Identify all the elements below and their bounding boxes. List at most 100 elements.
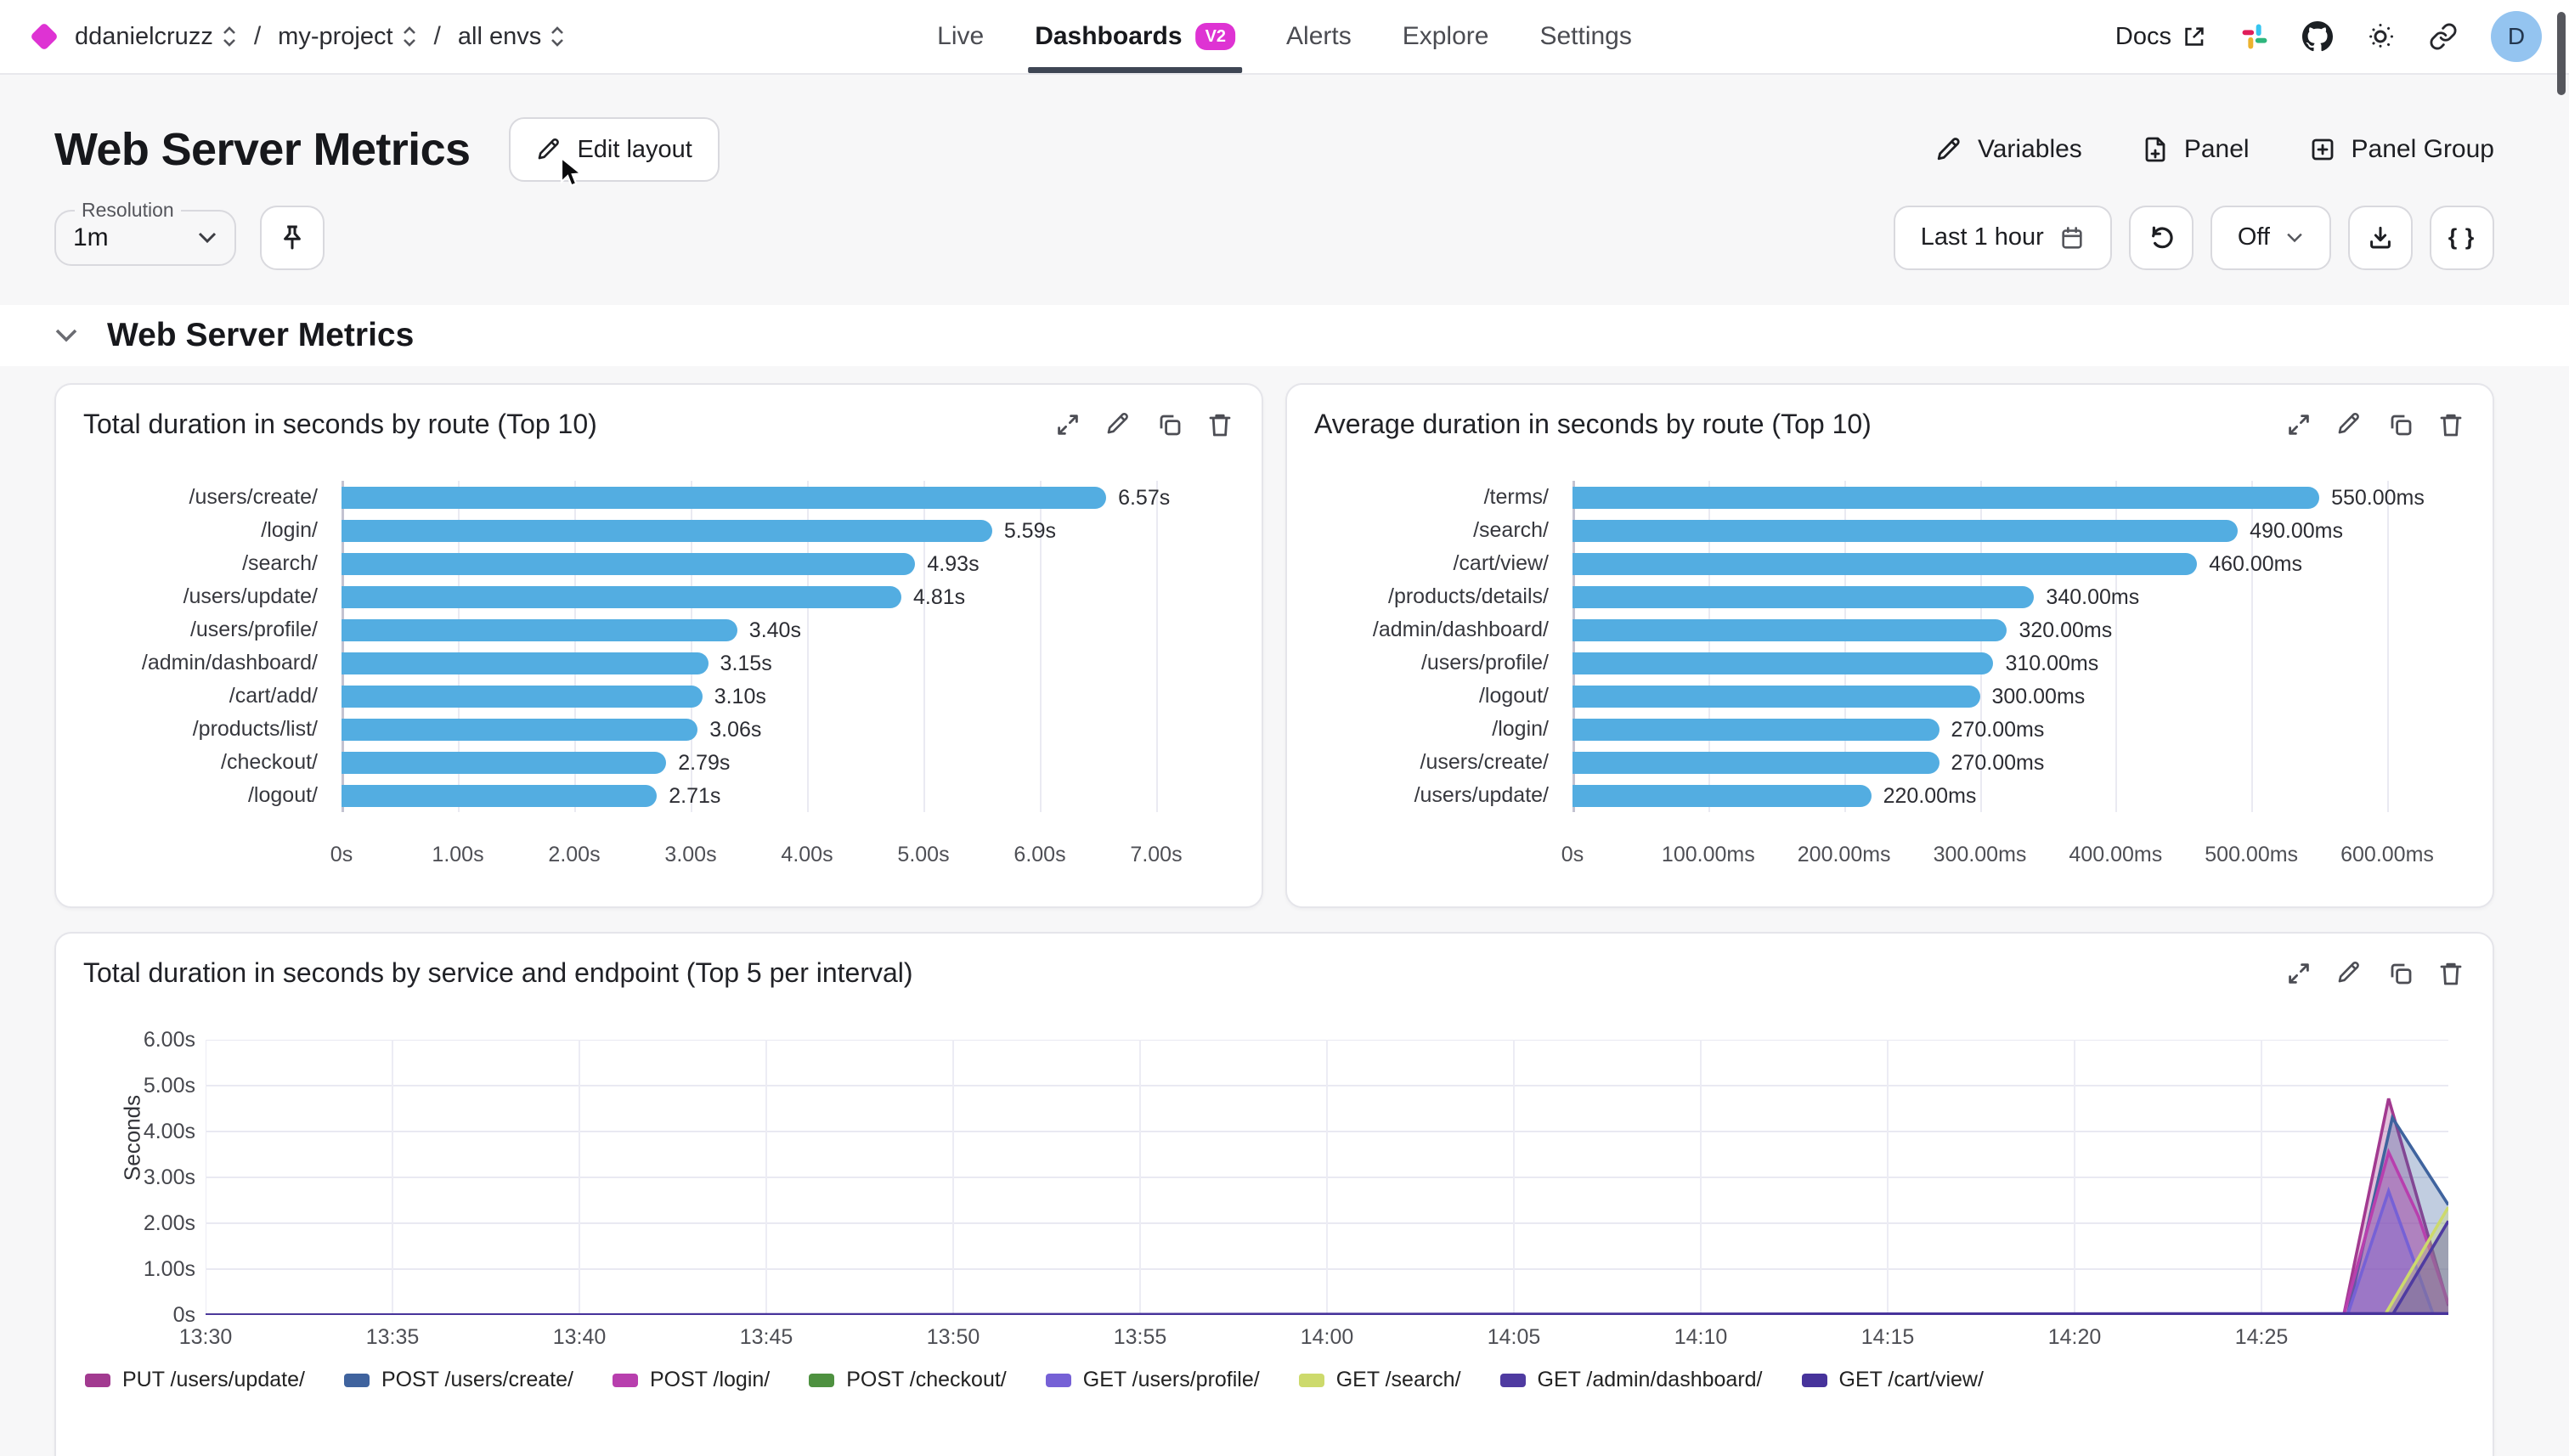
bar[interactable] bbox=[1572, 586, 2034, 608]
pin-resolution-button[interactable] bbox=[260, 206, 325, 270]
horizontal-scrollbar-thumb[interactable] bbox=[2357, 1429, 2481, 1451]
slack-icon[interactable] bbox=[2239, 21, 2270, 52]
bar[interactable] bbox=[342, 586, 901, 608]
bar[interactable] bbox=[342, 652, 709, 674]
user-avatar[interactable]: D bbox=[2491, 11, 2542, 62]
breadcrumb-project[interactable]: my-project bbox=[278, 23, 416, 51]
bar-track: 5.59s bbox=[342, 520, 1156, 542]
bar[interactable] bbox=[1572, 553, 2197, 575]
bar-chart: /users/create/6.57s/login/5.59s/search/4… bbox=[56, 481, 1262, 870]
variables-button[interactable]: Variables bbox=[1935, 135, 2082, 164]
x-tick-label: 14:10 bbox=[1674, 1325, 1728, 1350]
pin-icon bbox=[279, 224, 305, 251]
legend-item[interactable]: POST /login/ bbox=[613, 1368, 770, 1392]
edit-icon[interactable] bbox=[2336, 960, 2363, 987]
chevron-down-icon[interactable] bbox=[54, 328, 78, 343]
bar[interactable] bbox=[342, 719, 697, 741]
resolution-select[interactable]: Resolution 1m bbox=[54, 199, 236, 266]
bar-row: /logout/2.71s bbox=[76, 779, 1234, 812]
legend-item[interactable]: PUT /users/update/ bbox=[85, 1368, 305, 1392]
x-tick-label: 13:30 bbox=[179, 1325, 233, 1350]
bar-row: /admin/dashboard/3.15s bbox=[76, 646, 1234, 680]
nav-tab-label: Live bbox=[937, 22, 984, 51]
refresh-icon bbox=[2147, 223, 2176, 252]
delete-icon[interactable] bbox=[1207, 411, 1234, 438]
panel-total-duration-by-route: Total duration in seconds by route (Top … bbox=[54, 383, 1263, 908]
braces-icon: { } bbox=[2448, 224, 2476, 251]
bar-value-label: 2.71s bbox=[669, 784, 720, 809]
refresh-button[interactable] bbox=[2129, 206, 2194, 270]
expand-icon[interactable] bbox=[1054, 411, 1081, 438]
nav-tab-explore[interactable]: Explore bbox=[1403, 0, 1489, 73]
duplicate-icon[interactable] bbox=[2387, 960, 2414, 987]
auto-refresh-select[interactable]: Off bbox=[2210, 206, 2331, 270]
breadcrumb-org[interactable]: ddanielcruzz bbox=[75, 23, 237, 51]
x-tick-label: 14:00 bbox=[1301, 1325, 1354, 1350]
edit-icon[interactable] bbox=[1105, 411, 1132, 438]
bar-category-label: /users/update/ bbox=[76, 584, 318, 609]
bar[interactable] bbox=[1572, 487, 2319, 509]
github-icon[interactable] bbox=[2302, 21, 2333, 52]
bar-track: 490.00ms bbox=[1572, 520, 2387, 542]
docs-link[interactable]: Docs bbox=[2115, 23, 2207, 51]
legend-item[interactable]: GET /cart/view/ bbox=[1802, 1368, 1984, 1392]
top-header: ddanielcruzz / my-project / all envs Liv… bbox=[0, 0, 2569, 75]
x-tick-label: 3.00s bbox=[664, 843, 716, 867]
legend-item[interactable]: GET /users/profile/ bbox=[1046, 1368, 1260, 1392]
time-range-button[interactable]: Last 1 hour bbox=[1894, 206, 2112, 270]
bar-value-label: 4.93s bbox=[927, 552, 979, 577]
legend-item[interactable]: GET /search/ bbox=[1299, 1368, 1461, 1392]
delete-icon[interactable] bbox=[2438, 411, 2465, 438]
duplicate-icon[interactable] bbox=[1156, 411, 1183, 438]
bar-category-label: /cart/add/ bbox=[76, 684, 318, 708]
controls-row: Resolution 1m Last 1 hour Off { } bbox=[54, 204, 2494, 271]
edit-icon[interactable] bbox=[2336, 411, 2363, 438]
add-panel-button[interactable]: Panel bbox=[2142, 135, 2250, 164]
legend-swatch bbox=[1046, 1374, 1071, 1387]
bar[interactable] bbox=[1572, 752, 1939, 774]
add-panel-group-button[interactable]: Panel Group bbox=[2309, 135, 2494, 164]
bar-row: /products/list/3.06s bbox=[76, 713, 1234, 746]
square-plus-icon bbox=[2309, 136, 2336, 163]
nav-tab-dashboards[interactable]: DashboardsV2 bbox=[1035, 0, 1235, 73]
bar[interactable] bbox=[342, 752, 666, 774]
legend-item[interactable]: POST /checkout/ bbox=[809, 1368, 1007, 1392]
chevron-down-icon bbox=[2285, 232, 2304, 244]
bar-track: 3.40s bbox=[342, 619, 1156, 641]
bar[interactable] bbox=[1572, 619, 2007, 641]
json-view-button[interactable]: { } bbox=[2430, 206, 2494, 270]
breadcrumb-env[interactable]: all envs bbox=[458, 23, 565, 51]
duplicate-icon[interactable] bbox=[2387, 411, 2414, 438]
bar[interactable] bbox=[342, 487, 1106, 509]
bar[interactable] bbox=[342, 686, 703, 708]
brand-logo-icon[interactable] bbox=[30, 22, 59, 51]
bar[interactable] bbox=[1572, 719, 1939, 741]
bar[interactable] bbox=[1572, 785, 1872, 807]
nav-tab-alerts[interactable]: Alerts bbox=[1286, 0, 1352, 73]
expand-icon[interactable] bbox=[2285, 411, 2312, 438]
bar-category-label: /users/create/ bbox=[1307, 750, 1549, 775]
bar[interactable] bbox=[342, 619, 737, 641]
nav-tab-settings[interactable]: Settings bbox=[1539, 0, 1631, 73]
bar[interactable] bbox=[342, 785, 657, 807]
expand-icon[interactable] bbox=[2285, 960, 2312, 987]
bar-row: /cart/add/3.10s bbox=[76, 680, 1234, 713]
bar[interactable] bbox=[1572, 520, 2238, 542]
bar[interactable] bbox=[1572, 652, 1993, 674]
share-link-icon[interactable] bbox=[2428, 21, 2459, 52]
bar-track: 220.00ms bbox=[1572, 785, 2387, 807]
vertical-scrollbar-thumb[interactable] bbox=[2557, 12, 2566, 95]
legend-item[interactable]: POST /users/create/ bbox=[344, 1368, 573, 1392]
download-button[interactable] bbox=[2348, 206, 2413, 270]
theme-toggle-icon[interactable] bbox=[2365, 21, 2396, 52]
legend-item[interactable]: GET /admin/dashboard/ bbox=[1500, 1368, 1763, 1392]
delete-icon[interactable] bbox=[2438, 960, 2465, 987]
bar[interactable] bbox=[1572, 686, 1980, 708]
bar[interactable] bbox=[342, 520, 992, 542]
header-actions: Docs D bbox=[2115, 11, 2542, 62]
area-chart-canvas[interactable] bbox=[206, 1040, 2448, 1315]
nav-tab-live[interactable]: Live bbox=[937, 0, 984, 73]
edit-layout-button[interactable]: Edit layout bbox=[509, 117, 719, 182]
section-header[interactable]: Web Server Metrics bbox=[0, 305, 2569, 366]
bar[interactable] bbox=[342, 553, 915, 575]
